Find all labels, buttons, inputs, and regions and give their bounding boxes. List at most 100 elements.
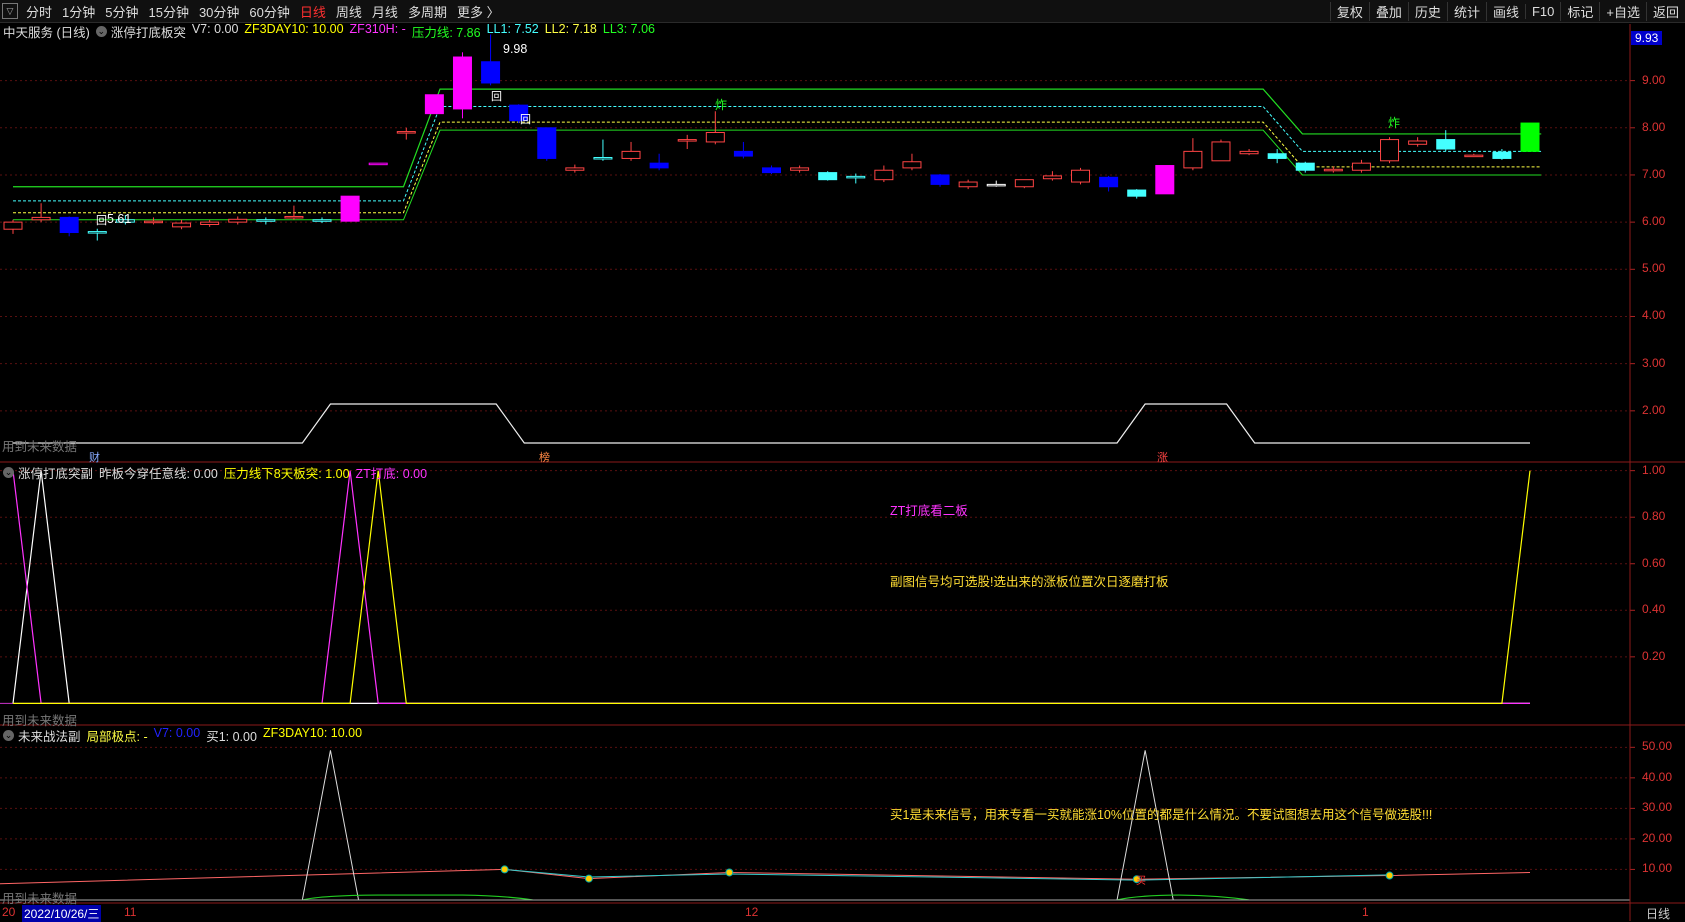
candle-body: [31, 216, 51, 221]
x-axis-label: 20: [2, 905, 16, 919]
legend-value: ZT打底: 0.00: [355, 466, 428, 481]
candle-body: [1492, 151, 1512, 159]
date-box: 2022/10/26/三: [22, 905, 102, 922]
candle-body: [1351, 162, 1371, 171]
cai-marker: 财: [89, 452, 100, 464]
y-tick-label: 0.40: [1642, 602, 1666, 617]
candle-body: [256, 219, 276, 222]
sub1-legend: ⌄ 涨停打底突副 昨板今穿任意线: 0.00 压力线下8天板突: 1.00 ZT打底…: [3, 464, 433, 481]
buy-label: 买: [1136, 876, 1146, 887]
candle-body: [284, 215, 304, 219]
candle-body: [930, 174, 950, 185]
candle-body: [228, 218, 248, 223]
y-tick-label: 10.00: [1642, 861, 1673, 876]
hui-marker: 回: [96, 215, 107, 227]
candle-body: [1183, 150, 1203, 169]
y-tick-label: 5.00: [1642, 261, 1666, 276]
y-tick-label: 3.00: [1642, 355, 1666, 370]
main-indicator-name: 涨停打底板突: [110, 25, 186, 40]
legend-value: V7: 0.00: [191, 21, 239, 36]
candle-body: [762, 167, 781, 174]
candle-body: [1267, 153, 1287, 159]
candle-body: [593, 157, 613, 160]
zha-marker: 炸: [715, 98, 728, 112]
price-box: 9.93: [1631, 31, 1663, 45]
candle-body: [649, 162, 669, 169]
candle-body: [172, 222, 192, 228]
x-axis-label: 11: [124, 905, 137, 919]
collapse-icon[interactable]: ⌄: [3, 466, 14, 478]
signal-line: [13, 403, 1530, 444]
legend-value: LL3: 7.06: [602, 21, 656, 36]
y-tick-label: 50.00: [1642, 739, 1673, 754]
candle-body: [1071, 169, 1091, 183]
sub1-indicator-name: 涨停打底突副: [18, 466, 94, 481]
y-tick-label: 0.60: [1642, 555, 1666, 570]
y-tick-label: 0.80: [1642, 509, 1666, 524]
candle-body: [621, 150, 641, 159]
legend-value: 买1: 0.00: [206, 729, 257, 744]
ll3-line: [13, 129, 1542, 221]
candle-body: [565, 167, 585, 171]
legend-value: 压力线下8天板突: 1.00: [223, 466, 350, 481]
legend-value: V7: 0.00: [153, 725, 201, 740]
candle-body: [1380, 139, 1400, 162]
sub1-title-note: ZT打底看二板: [890, 504, 968, 518]
signal-point: [725, 868, 734, 877]
low-label: 5.61: [107, 212, 132, 226]
candle-body: [368, 162, 388, 166]
high-label: 9.98: [503, 42, 528, 56]
candle-body: [340, 195, 360, 222]
candle-body: [705, 132, 725, 143]
legend-value: 局部极点: -: [86, 729, 148, 744]
legend-value: LL1: 7.52: [486, 21, 539, 36]
candle-body: [537, 127, 557, 159]
candle-body: [396, 131, 416, 134]
candle-body: [818, 172, 838, 181]
y-tick-label: 8.00: [1642, 119, 1666, 134]
zhang-marker: 涨: [1157, 452, 1168, 464]
collapse-icon[interactable]: ⌄: [95, 25, 107, 37]
hui-marker: 回: [520, 114, 531, 126]
chart-canvas: [0, 24, 1685, 921]
series-line: [12, 470, 1530, 704]
candle-body: [1211, 141, 1231, 162]
candle-body: [1127, 189, 1147, 197]
legend-value: 昨板今穿任意线: 0.00: [99, 466, 218, 481]
candle-body: [424, 94, 444, 115]
candle-body: [59, 216, 79, 234]
zha-marker: 炸: [1388, 116, 1401, 130]
candle-body: [1436, 139, 1456, 150]
period-label: 日线: [1646, 907, 1671, 921]
hui-marker: 回: [491, 91, 502, 103]
y-tick-label: 1.00: [1642, 462, 1666, 477]
future-data-note: 用到未来数据: [2, 714, 78, 728]
collapse-icon[interactable]: ⌄: [3, 729, 14, 741]
x-axis-label: 1: [1362, 905, 1369, 919]
legend-value: ZF3DAY10: 10.00: [244, 21, 344, 36]
signal-point: [500, 865, 509, 874]
sub2-legend: ⌄ 未来战法副 局部极点: - V7: 0.00 买1: 0.00 ZF3DAY10:…: [3, 725, 368, 744]
candle-body: [1323, 168, 1343, 172]
candle-body: [1155, 165, 1175, 195]
candle-body: [3, 221, 23, 230]
candle-body: [1408, 140, 1428, 145]
candle-body: [958, 181, 978, 188]
bang-marker: 榜: [539, 452, 550, 464]
candle-body: [452, 56, 472, 110]
future-data-note: 用到未来数据: [2, 440, 78, 454]
x-axis-label: 12: [745, 905, 759, 919]
candle-body: [677, 139, 697, 142]
candle-body: [1239, 150, 1259, 155]
y-tick-label: 30.00: [1642, 800, 1673, 815]
candle-body: [1520, 122, 1540, 152]
legend-value: ZF310H: -: [349, 21, 406, 36]
candle-body: [1042, 175, 1062, 180]
main-legend: 中天服务 (日线) ⌄ 涨停打底板突 V7: 0.00 ZF3DAY10: 10.…: [3, 21, 661, 40]
candle-body: [312, 219, 332, 222]
candle-body: [986, 183, 1006, 187]
legend-value: ZF3DAY10: 10.00: [262, 725, 363, 740]
candle-body: [1099, 176, 1119, 188]
legend-value: 压力线: 7.86: [411, 25, 481, 40]
signal-point: [584, 874, 593, 883]
